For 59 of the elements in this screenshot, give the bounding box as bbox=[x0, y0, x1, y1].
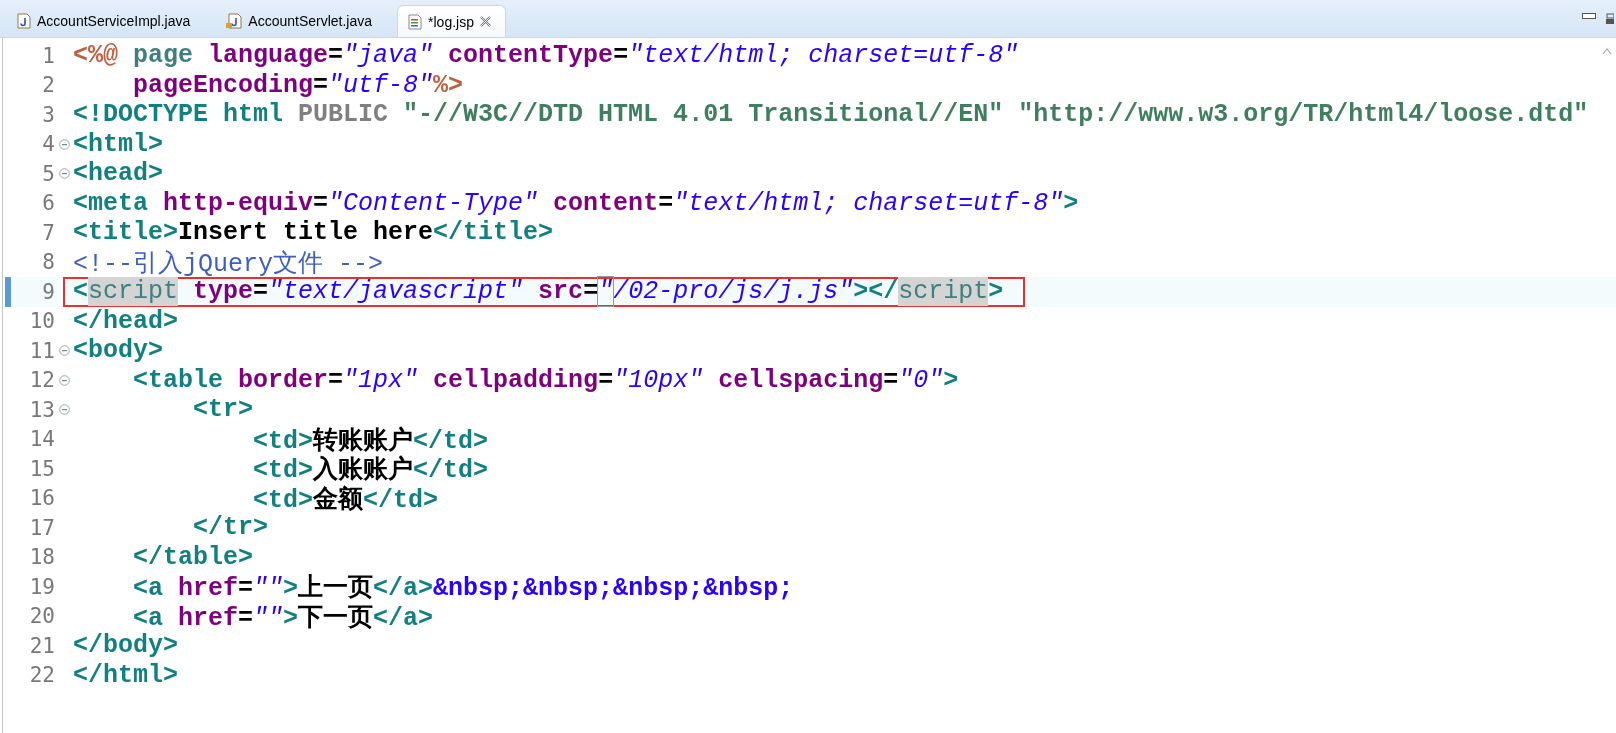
collapse-icon[interactable] bbox=[58, 404, 70, 416]
code-line: <body> bbox=[73, 336, 163, 366]
code-line: <!DOCTYPE html PUBLIC "-//W3C//DTD HTML 4.01 Transitional//EN" "http://www.w3.org/TR/html4/loose.dtd" bbox=[73, 100, 1589, 130]
code-line: <head> bbox=[73, 159, 163, 189]
line-number: 3 bbox=[41, 102, 55, 127]
line-number: 6 bbox=[41, 191, 55, 216]
collapse-icon[interactable] bbox=[58, 168, 70, 180]
line-number: 2 bbox=[41, 73, 55, 98]
line-number: 5 bbox=[41, 161, 55, 186]
collapse-icon[interactable] bbox=[58, 374, 70, 386]
close-icon[interactable] bbox=[479, 16, 491, 27]
code-line: <%@ page language="java" contentType="text/html; charset=utf-8" bbox=[73, 41, 1019, 71]
code-line: <tr> bbox=[192, 395, 254, 425]
editor-tab[interactable]: *log.jsp bbox=[397, 5, 506, 37]
line-number: 22 bbox=[28, 663, 55, 688]
line-number: 10 bbox=[28, 309, 55, 334]
code-line: <!--引入jQuery文件 --> bbox=[73, 248, 384, 279]
line-number: 20 bbox=[28, 604, 55, 629]
code-line: <table border="1px" cellpadding="10px" cellspacing="0"> bbox=[132, 365, 959, 395]
collapse-icon[interactable] bbox=[58, 138, 70, 150]
code-line: <script type="text/javascript" src="/02-pro/js/j.js"></script> bbox=[73, 277, 1004, 307]
line-number: 4 bbox=[41, 132, 55, 157]
code-line: pageEncoding="utf-8"%> bbox=[132, 70, 464, 100]
maximize-icon[interactable] bbox=[1606, 12, 1614, 25]
code-line: <a href="">下一页</a> bbox=[132, 602, 434, 633]
line-number: 16 bbox=[28, 486, 55, 511]
code-line: <td>转账账户</td> bbox=[252, 425, 489, 456]
line-number: 1 bbox=[41, 43, 55, 68]
line-number: 18 bbox=[28, 545, 55, 570]
line-number: 14 bbox=[28, 427, 55, 452]
line-number: 12 bbox=[28, 368, 55, 393]
code-line: <meta http-equiv="Content-Type" content="text/html; charset=utf-8"> bbox=[73, 188, 1079, 218]
java-file-icon bbox=[226, 13, 243, 29]
line-number: 17 bbox=[28, 515, 55, 540]
java-file-icon bbox=[17, 13, 31, 29]
line-number: 15 bbox=[28, 456, 55, 481]
line-number: 9 bbox=[41, 279, 55, 304]
code-line: <td>入账账户</td> bbox=[252, 454, 489, 486]
minimize-icon[interactable] bbox=[1582, 12, 1596, 19]
line-number: 19 bbox=[28, 574, 55, 599]
editor-tab[interactable]: AccountServlet.java bbox=[215, 5, 388, 37]
collapse-icon[interactable] bbox=[58, 345, 70, 357]
code-line: <html> bbox=[73, 129, 163, 159]
code-line: <title>Insert title here</title> bbox=[73, 218, 554, 248]
editor-tab[interactable]: AccountServiceImpl.java bbox=[6, 5, 206, 37]
code-line: <td>金额</td> bbox=[252, 484, 439, 515]
code-line: </head> bbox=[73, 306, 179, 336]
line-number: 21 bbox=[28, 633, 55, 658]
scroll-up-icon[interactable] bbox=[1602, 48, 1612, 55]
code-line: </table> bbox=[132, 542, 254, 572]
line-number: 13 bbox=[28, 397, 55, 422]
code-line: </tr> bbox=[192, 513, 269, 543]
line-number: 11 bbox=[28, 338, 55, 363]
line-number: 8 bbox=[41, 250, 55, 275]
code-line: <a href="">上一页</a>&nbsp;&nbsp;&nbsp;&nbsp; bbox=[132, 573, 794, 604]
document-icon bbox=[408, 13, 423, 30]
line-number: 7 bbox=[41, 220, 55, 245]
code-line: </html> bbox=[73, 660, 179, 690]
code-line: </body> bbox=[73, 631, 179, 661]
